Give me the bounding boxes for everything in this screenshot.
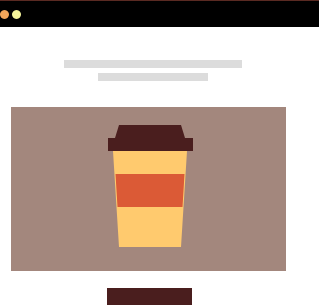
hero-image [11, 107, 286, 271]
hero-illustration [11, 107, 286, 271]
title-placeholder [64, 60, 242, 68]
coffee-cup-icon [108, 125, 193, 247]
cta-button[interactable] [107, 288, 192, 305]
subtitle-placeholder [98, 73, 208, 81]
window-control-dot-orange[interactable] [0, 10, 9, 19]
cup-lid-rim [108, 138, 193, 151]
window-control-dot-yellow[interactable] [12, 10, 21, 19]
cup-lid-top [115, 125, 185, 138]
page [0, 0, 319, 305]
window-title-bar [0, 0, 319, 27]
cup-band [115, 174, 185, 207]
